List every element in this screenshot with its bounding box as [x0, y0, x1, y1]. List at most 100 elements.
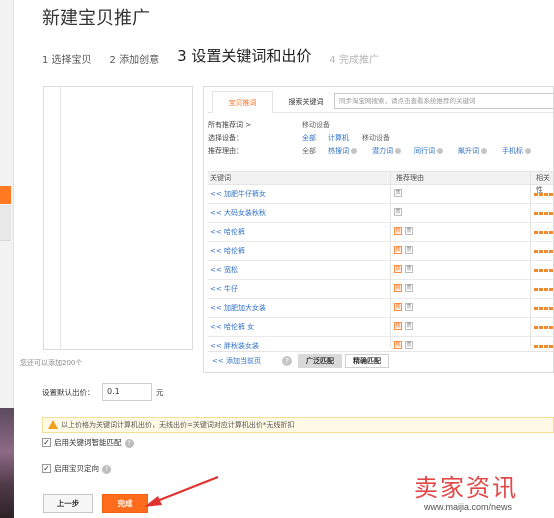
reason-option-hot-label: 热搜词: [328, 147, 349, 155]
notice-text: 以上价格为关键词计算机出价，无线出价=关键词对应计算机出价*无线折扣: [61, 421, 295, 429]
hot-tag-icon: 热: [394, 322, 402, 330]
keyword-add-link[interactable]: << 哈伦裤: [210, 223, 245, 241]
add-current-page-link[interactable]: << 添加当前页: [212, 356, 261, 366]
keyword-add-link[interactable]: << 加肥加大女装: [210, 299, 266, 317]
filter-row-all: 所有推荐词 > 移动设备: [208, 119, 553, 132]
default-bid-label: 设置默认出价：: [42, 388, 95, 397]
hot-tag-icon: 热: [394, 246, 402, 254]
quality-tag-icon: 质: [405, 227, 413, 235]
keyword-add-link[interactable]: << 哈伦裤: [210, 242, 245, 260]
keyword-add-link[interactable]: << 牛仔: [210, 280, 238, 298]
quality-tag-icon: 质: [405, 265, 413, 273]
step-select-item: 1 选择宝贝: [42, 55, 92, 66]
relevance-bar: [534, 345, 553, 348]
product-remaining-hint: 您还可以添加200个: [20, 359, 83, 367]
reason-tags: 热质: [394, 284, 416, 294]
left-edge-active-tab[interactable]: [0, 186, 11, 204]
warning-icon: [48, 420, 58, 429]
arrow-shaft: [151, 475, 219, 505]
info-dot-icon: [395, 148, 401, 154]
tab-recommended-keywords[interactable]: 宝贝推词: [212, 91, 273, 113]
keyword-search-input[interactable]: 同步淘宝网搜索，请点击查看系统推荐的关键词: [334, 93, 553, 109]
reason-tags: 热质: [394, 303, 416, 313]
reason-tags: 质: [394, 189, 405, 199]
keyword-rows: << 加肥牛仔裤女质 << 大码女装秋秋质 << 哈伦裤热质 << 哈伦裤热质 << 宽…: [208, 185, 553, 356]
table-row[interactable]: << 哈伦裤 热质: [208, 223, 553, 242]
table-row[interactable]: << 哈伦裤 热质: [208, 242, 553, 261]
item-targeting-text: 启用宝贝定向: [54, 464, 99, 473]
reason-tags: 热质: [394, 265, 416, 275]
table-row[interactable]: << 大码女装秋秋 质: [208, 204, 553, 223]
keyword-table-header: 关键词 推荐理由 相关性: [208, 171, 553, 194]
reason-option-rising[interactable]: 飙升词: [458, 145, 487, 158]
relevance-bar: [534, 326, 553, 329]
info-dot-icon: [481, 148, 487, 154]
help-icon[interactable]: ?: [102, 465, 111, 474]
relevance-bar: [534, 212, 553, 215]
table-row[interactable]: << 牛仔 热质: [208, 280, 553, 299]
keyword-add-link[interactable]: << 大码女装秋秋: [210, 204, 266, 222]
keyword-panel: 宝贝推词 搜索关键词 同步淘宝网搜索，请点击查看系统推荐的关键词 所有推荐词 >…: [203, 86, 554, 373]
smart-match-text: 启用关键词智能匹配: [54, 438, 122, 447]
quality-tag-icon: 质: [394, 189, 402, 197]
relevance-bar: [534, 250, 553, 253]
background-photo: [0, 408, 14, 518]
column-divider: [390, 171, 391, 347]
default-bid-input[interactable]: 0.1: [102, 383, 152, 401]
reason-option-all[interactable]: 全部: [302, 145, 316, 158]
product-panel: [43, 86, 193, 351]
step-finish: 4 完成推广: [329, 55, 379, 66]
help-icon[interactable]: ?: [282, 356, 292, 366]
table-row[interactable]: << 加肥加大女装 热质: [208, 299, 553, 318]
arrow-head: [144, 496, 162, 507]
keyword-add-link[interactable]: << 哈伦裤 女: [210, 318, 254, 336]
broad-match-button[interactable]: 广泛匹配: [298, 354, 342, 368]
reason-option-potential[interactable]: 潜力词: [372, 145, 401, 158]
quality-tag-icon: 质: [405, 341, 413, 349]
bid-notice: 以上价格为关键词计算机出价，无线出价=关键词对应计算机出价*无线折扣: [42, 417, 554, 433]
quality-tag-icon: 质: [394, 208, 402, 216]
product-list[interactable]: [60, 87, 192, 351]
filter-row-device: 选择设备： 全部 计算机 移动设备: [208, 132, 553, 145]
table-row[interactable]: << 加肥牛仔裤女 质: [208, 185, 553, 204]
hot-tag-icon: 热: [394, 303, 402, 311]
keyword-filters: 所有推荐词 > 移动设备 选择设备： 全部 计算机 移动设备 推荐理由： 全部 …: [208, 119, 553, 158]
hot-tag-icon: 热: [394, 227, 402, 235]
step-keywords-bid: 3 设置关键词和出价: [177, 47, 312, 65]
smart-match-checkbox[interactable]: ✓: [42, 438, 51, 447]
column-divider: [530, 171, 531, 347]
table-row[interactable]: << 哈伦裤 女 热质: [208, 318, 553, 337]
step-add-creative: 2 添加创意: [109, 55, 160, 66]
reason-option-rising-label: 飙升词: [458, 147, 479, 155]
keyword-add-link[interactable]: << 加肥牛仔裤女: [210, 185, 266, 203]
relevance-bar: [534, 269, 553, 272]
previous-step-button[interactable]: 上一步: [43, 494, 93, 513]
reason-option-mobile[interactable]: 手机标: [502, 145, 531, 158]
col-keyword: 关键词: [210, 174, 231, 182]
device-option-all[interactable]: 全部: [302, 132, 316, 145]
info-dot-icon: [525, 148, 531, 154]
watermark-url: www.maijia.com/news: [424, 502, 513, 512]
watermark: 卖家资讯 www.maijia.com/news: [414, 468, 554, 518]
relevance-bar: [534, 288, 553, 291]
hot-tag-icon: 热: [394, 341, 402, 349]
reason-option-peer[interactable]: 同行词: [414, 145, 443, 158]
device-option-mobile[interactable]: 移动设备: [362, 132, 390, 145]
hot-tag-icon: 热: [394, 265, 402, 273]
keyword-add-link[interactable]: << 宽松: [210, 261, 238, 279]
table-row[interactable]: << 宽松 热质: [208, 261, 553, 280]
left-edge-tab[interactable]: [0, 205, 11, 241]
page-title: 新建宝贝推广: [42, 8, 150, 29]
hot-tag-icon: 热: [394, 284, 402, 292]
item-targeting-label: 启用宝贝定向?: [54, 463, 111, 475]
item-targeting-checkbox[interactable]: ✓: [42, 464, 51, 473]
filter-device-label: 选择设备：: [208, 134, 243, 142]
filter-row-reason: 推荐理由： 全部 热搜词 潜力词 同行词 飙升词 手机标: [208, 145, 553, 158]
exact-match-button[interactable]: 精确匹配: [345, 354, 389, 368]
reason-tags: 热质: [394, 227, 416, 237]
reason-option-hot[interactable]: 热搜词: [328, 145, 357, 158]
device-option-computer[interactable]: 计算机: [328, 132, 349, 145]
tab-search-keywords[interactable]: 搜索关键词: [278, 91, 334, 113]
help-icon[interactable]: ?: [124, 439, 134, 448]
relevance-bar: [534, 193, 553, 196]
